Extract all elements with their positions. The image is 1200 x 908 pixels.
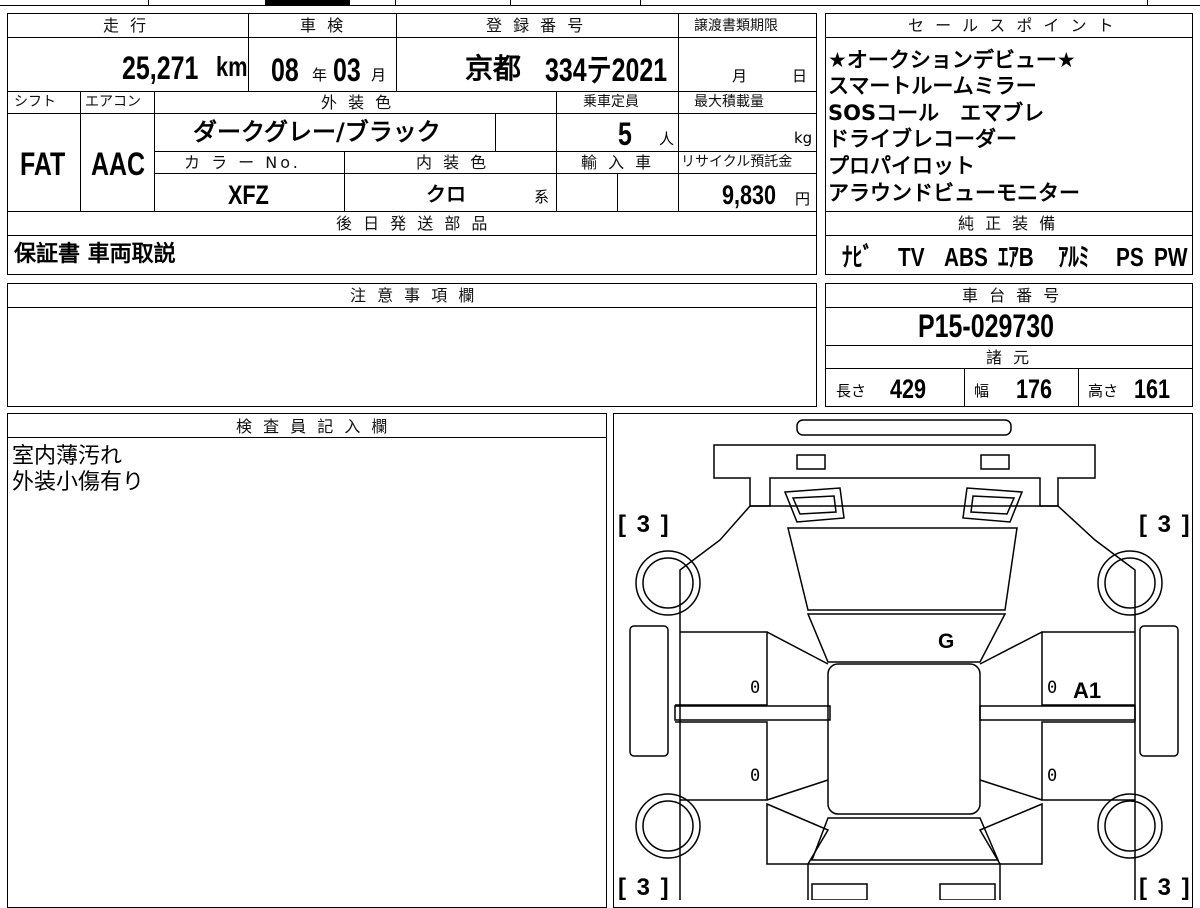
tire-rear-left-score: [ 3 ] [618,874,671,901]
tire-front-right-score: [ 3 ] [1139,511,1192,538]
tire-front-left-score: [ 3 ] [618,511,671,538]
panel-mark-left-front: 0 [750,678,761,698]
tire-rear-right-score: [ 3 ] [1139,874,1192,901]
car-outline-diagram [629,419,1179,900]
panel-mark-right-front: 0 [1047,678,1058,698]
panel-mark-left-rear: 0 [750,766,761,786]
door-damage-mark: A1 [1073,678,1102,703]
windshield-damage-mark: G [938,630,955,653]
panel-mark-right-rear: 0 [1047,766,1058,786]
